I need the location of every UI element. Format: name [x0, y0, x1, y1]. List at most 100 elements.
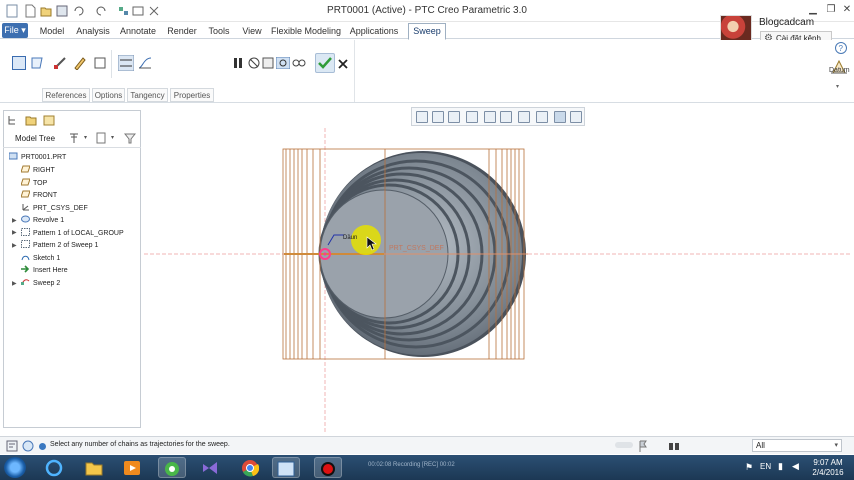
tab-view[interactable]: View [238, 24, 266, 39]
filter-icon[interactable] [124, 132, 136, 144]
folder-browser-icon[interactable] [25, 114, 37, 126]
sketch-section-icon[interactable] [73, 56, 87, 70]
language-indicator[interactable]: EN [760, 462, 771, 471]
tab-tools[interactable]: Tools [204, 24, 234, 39]
display-style-icon[interactable] [518, 111, 530, 123]
no-preview-icon[interactable] [248, 57, 260, 69]
status-bar: Select any number of chains as trajector… [0, 436, 854, 454]
chevron-down-icon[interactable]: ▾ [84, 134, 87, 141]
tab-render[interactable]: Render [164, 24, 200, 39]
constant-section-icon[interactable] [118, 55, 134, 71]
help-icon[interactable]: ? [834, 41, 848, 55]
zoom-in-icon[interactable] [432, 111, 444, 123]
attached-preview-icon[interactable] [262, 57, 274, 69]
datum-plane-icon [21, 178, 30, 186]
tab-flexible-modeling[interactable]: Flexible Modeling [270, 24, 342, 39]
zoom-out-icon[interactable] [448, 111, 460, 123]
expand-arrow-icon[interactable]: ▶ [12, 217, 17, 224]
chrome-icon[interactable] [236, 457, 264, 478]
tab-properties[interactable]: Properties [170, 88, 214, 102]
record-icon[interactable] [314, 457, 342, 478]
expand-arrow-icon[interactable]: ▶ [12, 229, 17, 236]
geometry-preview-icon[interactable] [276, 57, 290, 69]
remove-material-icon[interactable] [53, 56, 67, 70]
tree-item-pattern-1[interactable]: Pattern 1 of LOCAL_GROUP [21, 228, 124, 240]
restore-icon[interactable]: ❐ [824, 3, 838, 17]
refit-icon[interactable] [416, 111, 428, 123]
tree-item-top[interactable]: TOP [21, 178, 47, 190]
tab-analysis[interactable]: Analysis [72, 24, 114, 39]
tab-references[interactable]: References [42, 88, 90, 102]
close-icon[interactable]: ✕ [840, 3, 854, 17]
reorient-icon[interactable] [484, 111, 496, 123]
start-button[interactable] [4, 457, 26, 478]
selection-filter-select[interactable]: All ▾ [752, 439, 842, 452]
clock-time[interactable]: 9:07 AM [808, 458, 848, 467]
surface-sweep-icon[interactable] [30, 56, 44, 70]
flag-icon[interactable] [638, 440, 648, 452]
tab-tangency[interactable]: Tangency [127, 88, 168, 102]
annotation-display-icon[interactable] [570, 111, 582, 123]
expand-arrow-icon[interactable]: ▶ [12, 280, 17, 287]
internet-explorer-icon[interactable] [40, 457, 68, 478]
browser-toggle-icon[interactable] [22, 440, 34, 452]
datum-label[interactable]: Datum [829, 67, 850, 74]
channel-name: Blogcadcam [759, 17, 815, 28]
model-tree-tab-icon[interactable] [7, 114, 19, 126]
tab-sweep[interactable]: Sweep [408, 23, 446, 40]
tree-item-front[interactable]: FRONT [21, 190, 57, 202]
status-message: Select any number of chains as trajector… [50, 441, 230, 448]
csys-label: PRT_CSYS_DEF [389, 245, 444, 252]
chevron-down-icon[interactable]: ▾ [111, 134, 114, 141]
creo-taskbar-icon[interactable] [272, 457, 300, 478]
tab-applications[interactable]: Applications [346, 24, 402, 39]
visual-studio-icon[interactable] [196, 457, 224, 478]
repaint-icon[interactable] [466, 111, 478, 123]
file-explorer-icon[interactable] [80, 457, 108, 478]
graphics-window[interactable]: PRT_CSYS_DEF Dầun [144, 128, 852, 434]
minimize-icon[interactable]: ▁ [806, 3, 820, 17]
file-menu[interactable]: File ▾ [2, 23, 28, 38]
tab-annotate[interactable]: Annotate [118, 24, 158, 39]
tree-item-revolve-1[interactable]: Revolve 1 [21, 215, 64, 227]
recording-status-text: 00:02:08 Recording [REC] 00:02 [368, 462, 455, 468]
verify-mode-icon[interactable] [292, 57, 306, 69]
media-player-icon[interactable] [118, 457, 146, 478]
show-columns-icon[interactable] [95, 132, 107, 144]
find-icon[interactable] [668, 440, 680, 452]
camtasia-icon[interactable] [158, 457, 186, 478]
windows-taskbar: 00:02:08 Recording [REC] 00:02 EN ⚑ ▮ ◀ … [0, 455, 854, 480]
tree-item-sketch-1[interactable]: Sketch 1 [21, 253, 60, 265]
favorites-icon[interactable] [43, 114, 55, 126]
pattern-icon [21, 228, 30, 236]
pause-icon[interactable] [232, 57, 244, 69]
solid-sweep-icon[interactable] [12, 56, 26, 70]
datum-display-icon[interactable] [536, 111, 548, 123]
navigator-toggle-icon[interactable] [6, 440, 18, 452]
volume-icon[interactable]: ◀ [792, 461, 799, 472]
saved-views-icon[interactable] [500, 111, 512, 123]
clock-date[interactable]: 2/4/2016 [808, 468, 848, 477]
flag-tray-icon[interactable]: ⚑ [745, 462, 753, 473]
tree-item-csys[interactable]: PRT_CSYS_DEF [21, 203, 88, 215]
tree-item-sweep-2[interactable]: Sweep 2 [21, 278, 60, 290]
sketch-icon [21, 255, 30, 261]
model-tree-title: Model Tree [15, 134, 56, 143]
tree-item-insert-here[interactable]: Insert Here [21, 265, 68, 277]
message-bullet-icon [39, 443, 46, 450]
tab-options[interactable]: Options [92, 88, 125, 102]
tab-model[interactable]: Model [36, 24, 68, 39]
tree-item-right[interactable]: RIGHT [21, 165, 55, 177]
datum-plane-icon [21, 165, 30, 173]
tree-settings-icon[interactable] [68, 132, 80, 144]
cancel-x-icon[interactable] [338, 59, 348, 69]
tree-item-prt0001[interactable]: PRT0001.PRT [9, 152, 66, 164]
thicken-icon[interactable] [93, 56, 107, 70]
tree-item-pattern-2[interactable]: Pattern 2 of Sweep 1 [21, 240, 98, 252]
spin-center-icon[interactable] [554, 111, 566, 123]
variable-section-icon[interactable] [138, 56, 152, 70]
datum-dropdown-icon[interactable]: ▾ [836, 83, 839, 90]
expand-arrow-icon[interactable]: ▶ [12, 242, 17, 249]
ok-button[interactable] [315, 53, 335, 73]
network-icon[interactable]: ▮ [778, 461, 783, 472]
